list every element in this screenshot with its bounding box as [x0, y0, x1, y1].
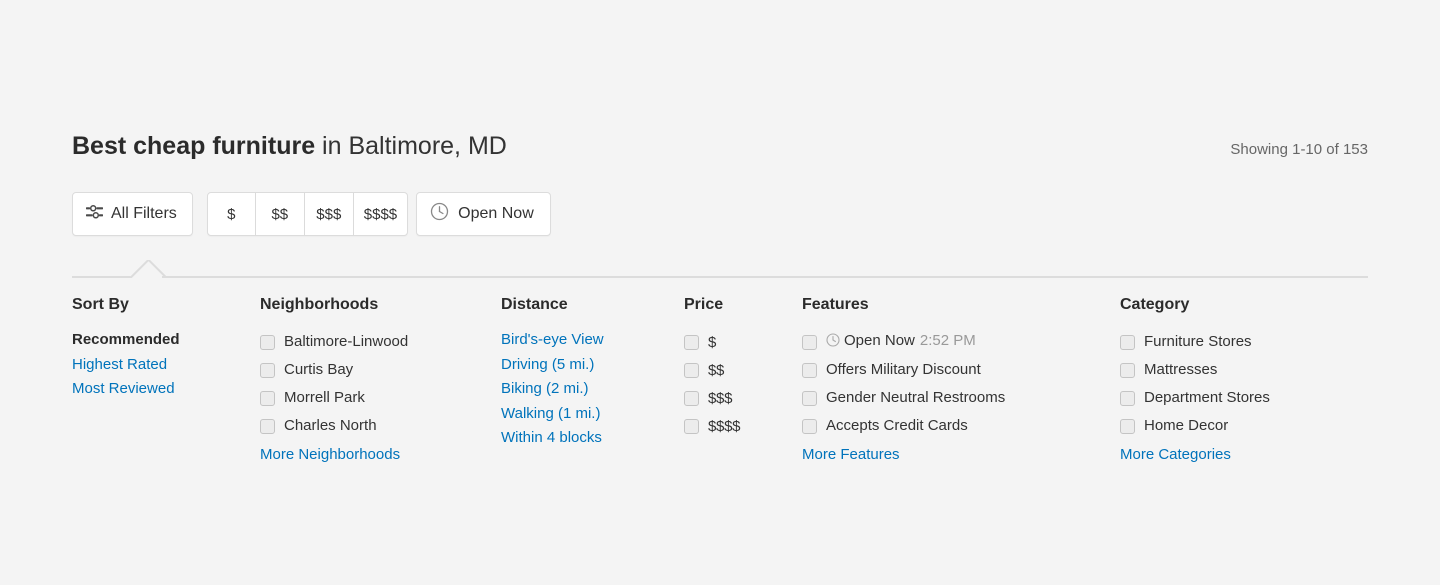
category-label-3: Home Decor — [1144, 417, 1229, 434]
neighborhood-label-3: Charles North — [284, 417, 377, 434]
checkbox-feature-0[interactable] — [802, 334, 817, 350]
price-button-4[interactable]: $$$$ — [353, 192, 409, 236]
header: Best cheap furniture in Baltimore, MD Sh… — [72, 130, 1368, 162]
column-title-neighborhoods: Neighborhoods — [260, 296, 379, 313]
column-title-distance: Distance — [501, 296, 568, 313]
feature-row-0[interactable]: Open Now 2:52 PM — [802, 328, 1120, 356]
price-row-0[interactable]: $ — [684, 328, 802, 356]
more-categories-link[interactable]: More Categories — [1120, 446, 1380, 463]
checkbox-category-2[interactable] — [1120, 390, 1135, 406]
category-row-0[interactable]: Furniture Stores — [1120, 328, 1380, 356]
distance-option-within-4-blocks[interactable]: Within 4 blocks — [501, 426, 684, 451]
filter-button-bar: All Filters $ $$ $$$ $$$$ Open Now — [72, 192, 551, 236]
results-count: Showing 1-10 of 153 — [1230, 141, 1368, 158]
column-title-features: Features — [802, 296, 869, 313]
category-label-2: Department Stores — [1144, 389, 1270, 406]
category-row-1[interactable]: Mattresses — [1120, 356, 1380, 384]
all-filters-label: All Filters — [111, 205, 177, 222]
feature-label-text-0: Open Now — [844, 332, 915, 349]
filter-column-features: Features Open Now 2:52 PM Offers Military… — [802, 296, 1120, 463]
more-features-link[interactable]: More Features — [802, 446, 1120, 463]
checkbox-feature-2[interactable] — [802, 390, 817, 406]
checkbox-category-0[interactable] — [1120, 334, 1135, 350]
checkbox-price-3[interactable] — [684, 418, 699, 434]
sort-option-most-reviewed[interactable]: Most Reviewed — [72, 377, 260, 402]
feature-label-0: Open Now 2:52 PM — [826, 332, 976, 352]
checkbox-price-2[interactable] — [684, 390, 699, 406]
price-button-2[interactable]: $$ — [255, 192, 305, 236]
feature-row-3[interactable]: Accepts Credit Cards — [802, 412, 1120, 440]
category-row-2[interactable]: Department Stores — [1120, 384, 1380, 412]
clock-icon — [430, 202, 449, 226]
distance-option-biking[interactable]: Biking (2 mi.) — [501, 377, 684, 402]
checkbox-feature-1[interactable] — [802, 362, 817, 378]
price-row-2[interactable]: $$$ — [684, 384, 802, 412]
neighborhood-label-1: Curtis Bay — [284, 361, 354, 378]
filter-column-neighborhoods: Neighborhoods Baltimore-Linwood Curtis B… — [260, 296, 501, 463]
checkbox-neighborhood-2[interactable] — [260, 390, 275, 406]
filter-column-sort-by: Sort By Recommended Highest Rated Most R… — [72, 296, 260, 402]
neighborhood-label-0: Baltimore-Linwood — [284, 333, 409, 350]
neighborhood-row-1[interactable]: Curtis Bay — [260, 356, 501, 384]
checkbox-category-3[interactable] — [1120, 418, 1135, 434]
search-filters-page: Best cheap furniture in Baltimore, MD Sh… — [0, 0, 1440, 585]
distance-option-driving[interactable]: Driving (5 mi.) — [501, 353, 684, 378]
column-title-price: Price — [684, 296, 724, 313]
price-row-1[interactable]: $$ — [684, 356, 802, 384]
price-label-2: $$$ — [708, 389, 733, 407]
filter-column-price: Price $ $$ $$$ $$$$ — [684, 296, 802, 440]
price-button-1[interactable]: $ — [206, 192, 256, 236]
neighborhood-row-2[interactable]: Morrell Park — [260, 384, 501, 412]
feature-label-1: Offers Military Discount — [826, 361, 981, 378]
caret-up-icon — [130, 260, 166, 278]
checkbox-category-1[interactable] — [1120, 362, 1135, 378]
filter-panel: Sort By Recommended Highest Rated Most R… — [72, 296, 1402, 463]
page-title: Best cheap furniture in Baltimore, MD — [72, 130, 507, 162]
column-title-category: Category — [1120, 296, 1190, 313]
feature-row-1[interactable]: Offers Military Discount — [802, 356, 1120, 384]
column-title-sort-by: Sort By — [72, 296, 129, 313]
price-label-1: $$ — [708, 361, 725, 379]
panel-divider — [72, 260, 1368, 278]
neighborhood-row-0[interactable]: Baltimore-Linwood — [260, 328, 501, 356]
divider-right-segment — [162, 276, 1368, 278]
category-label-1: Mattresses — [1144, 361, 1218, 378]
checkbox-price-0[interactable] — [684, 334, 699, 350]
filter-column-distance: Distance Bird's-eye View Driving (5 mi.)… — [501, 296, 684, 451]
price-label-3: $$$$ — [708, 417, 741, 435]
divider-left-segment — [72, 276, 134, 278]
feature-time-0: 2:52 PM — [919, 332, 976, 349]
open-now-button[interactable]: Open Now — [416, 192, 551, 236]
checkbox-neighborhood-3[interactable] — [260, 418, 275, 434]
page-title-query: Best cheap furniture — [72, 132, 316, 160]
price-filter-group: $ $$ $$$ $$$$ — [206, 192, 409, 236]
page-title-location: in Baltimore, MD — [315, 132, 507, 160]
feature-label-2: Gender Neutral Restrooms — [826, 389, 1006, 406]
all-filters-button[interactable]: All Filters — [72, 192, 193, 236]
category-label-0: Furniture Stores — [1144, 333, 1252, 350]
sliders-icon — [86, 204, 103, 224]
distance-option-birds-eye-view[interactable]: Bird's-eye View — [501, 328, 684, 353]
neighborhood-row-3[interactable]: Charles North — [260, 412, 501, 440]
neighborhood-label-2: Morrell Park — [284, 389, 365, 406]
price-button-3[interactable]: $$$ — [304, 192, 354, 236]
checkbox-neighborhood-1[interactable] — [260, 362, 275, 378]
open-now-label: Open Now — [458, 205, 534, 222]
feature-label-3: Accepts Credit Cards — [826, 417, 968, 434]
checkbox-neighborhood-0[interactable] — [260, 334, 275, 350]
more-neighborhoods-link[interactable]: More Neighborhoods — [260, 446, 501, 463]
clock-icon-small — [826, 333, 840, 352]
sort-option-recommended[interactable]: Recommended — [72, 328, 260, 353]
feature-row-2[interactable]: Gender Neutral Restrooms — [802, 384, 1120, 412]
price-row-3[interactable]: $$$$ — [684, 412, 802, 440]
category-row-3[interactable]: Home Decor — [1120, 412, 1380, 440]
price-label-0: $ — [708, 333, 717, 351]
sort-option-highest-rated[interactable]: Highest Rated — [72, 353, 260, 378]
filter-column-category: Category Furniture Stores Mattresses Dep… — [1120, 296, 1380, 463]
distance-option-walking[interactable]: Walking (1 mi.) — [501, 402, 684, 427]
checkbox-feature-3[interactable] — [802, 418, 817, 434]
checkbox-price-1[interactable] — [684, 362, 699, 378]
